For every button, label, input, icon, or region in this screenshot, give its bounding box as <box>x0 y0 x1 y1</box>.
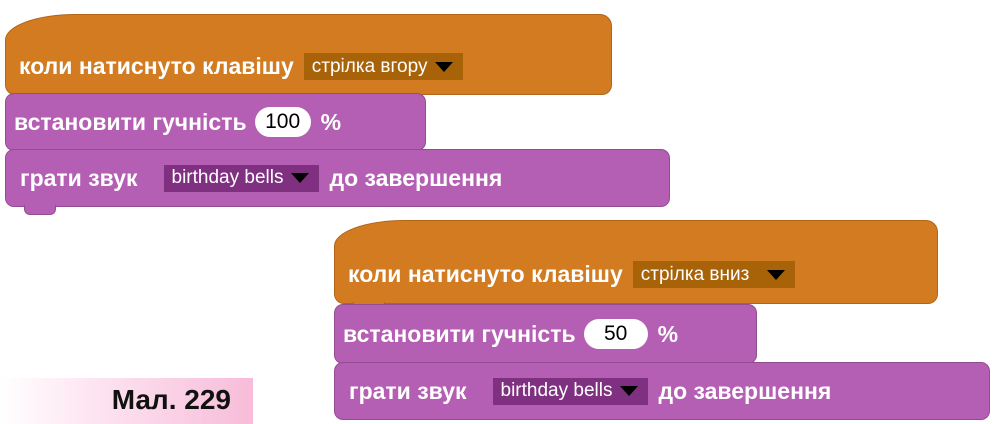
play-sound-label: грати звук <box>349 377 467 404</box>
figure-caption: Мал. 229 <box>0 378 253 424</box>
set-volume-block[interactable]: встановити гучність 100 % <box>5 93 426 159</box>
volume-unit: % <box>657 320 679 347</box>
block-connector <box>24 205 56 215</box>
set-volume-label: встановити гучність <box>14 108 247 135</box>
hat-label: коли натиснуто клавішу <box>348 261 623 287</box>
sound-dropdown-value: birthday bells <box>500 380 613 401</box>
key-dropdown[interactable]: стрілка вгору <box>303 53 464 80</box>
hat-label: коли натиснуто клавішу <box>19 53 294 79</box>
play-sound-block[interactable]: грати звук birthday bells до завершення <box>334 362 990 420</box>
when-key-pressed-block[interactable]: коли натиснуто клавішу стрілка вниз <box>334 220 938 312</box>
triangle-down-icon <box>435 61 454 72</box>
script-down-arrow: коли натиснуто клавішу стрілка вниз вста… <box>334 220 992 424</box>
play-sound-suffix: до завершення <box>329 164 503 191</box>
triangle-down-icon <box>620 386 639 396</box>
play-sound-block[interactable]: грати звук birthday bells до завершення <box>5 149 670 215</box>
when-key-pressed-block[interactable]: коли натиснуто клавішу стрілка вгору <box>5 14 612 103</box>
triangle-down-icon <box>291 173 310 183</box>
sound-dropdown[interactable]: birthday bells <box>492 377 649 405</box>
volume-unit: % <box>320 108 342 135</box>
figure-caption-label: Мал. 229 <box>111 384 231 415</box>
set-volume-label: встановити гучність <box>343 320 576 347</box>
play-sound-label: грати звук <box>20 164 138 191</box>
volume-input[interactable]: 50 <box>583 319 648 349</box>
key-dropdown-value: стрілка вниз <box>640 263 750 285</box>
volume-input[interactable]: 100 <box>254 107 311 137</box>
key-dropdown[interactable]: стрілка вниз <box>632 261 796 288</box>
script-up-arrow: коли натиснуто клавішу стрілка вгору вст… <box>5 14 675 219</box>
sound-dropdown-value: birthday bells <box>171 167 284 188</box>
triangle-down-icon <box>767 269 786 280</box>
set-volume-block[interactable]: встановити гучність 50 % <box>334 304 757 372</box>
key-dropdown-value: стрілка вгору <box>311 55 428 77</box>
play-sound-suffix: до завершення <box>658 377 832 404</box>
sound-dropdown[interactable]: birthday bells <box>163 164 320 192</box>
